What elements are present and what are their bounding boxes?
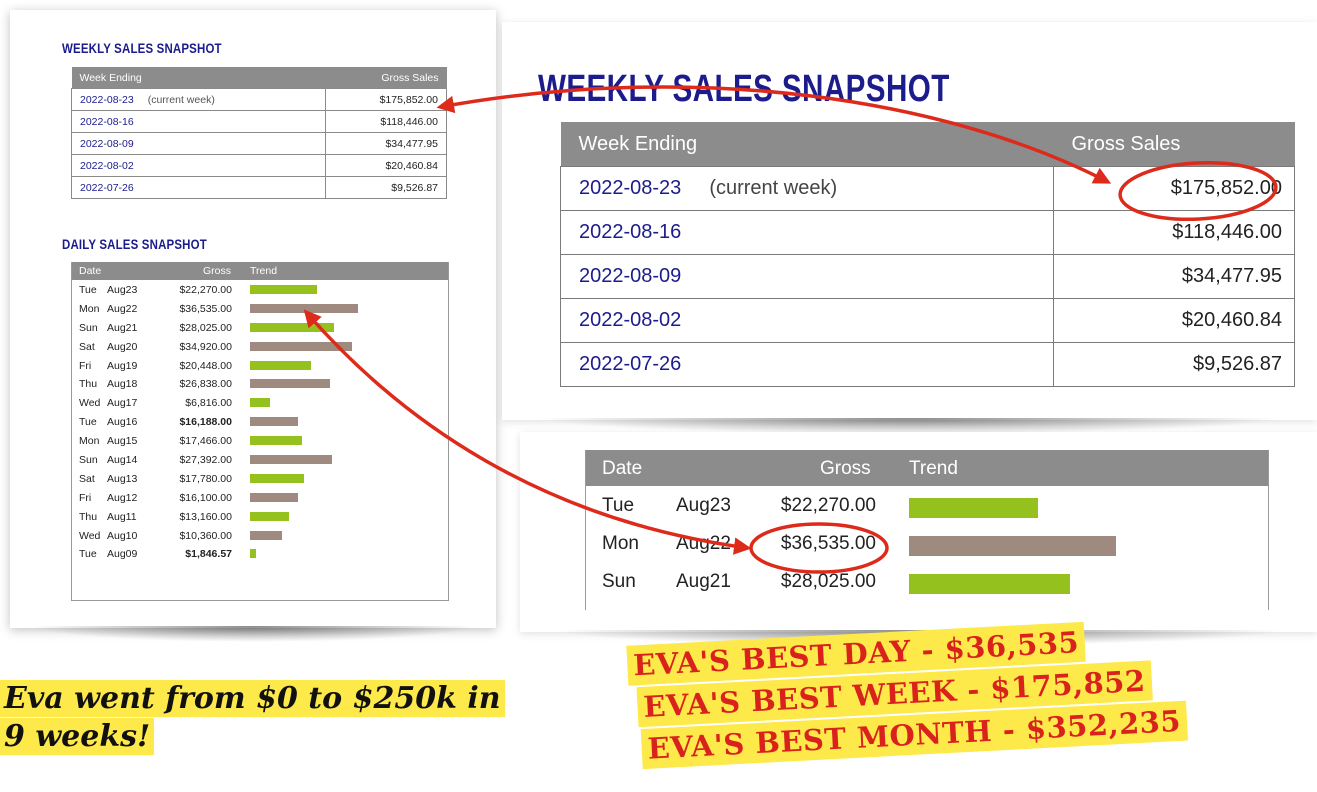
circle-best-day — [749, 522, 889, 574]
circle-best-week — [1118, 160, 1278, 222]
arrow-best-day — [303, 309, 752, 555]
headline-line-2: 9 weeks! — [0, 718, 155, 755]
arrow-best-week — [436, 85, 1112, 184]
headline-line-1: Eva went from $0 to $250k in — [0, 680, 505, 717]
